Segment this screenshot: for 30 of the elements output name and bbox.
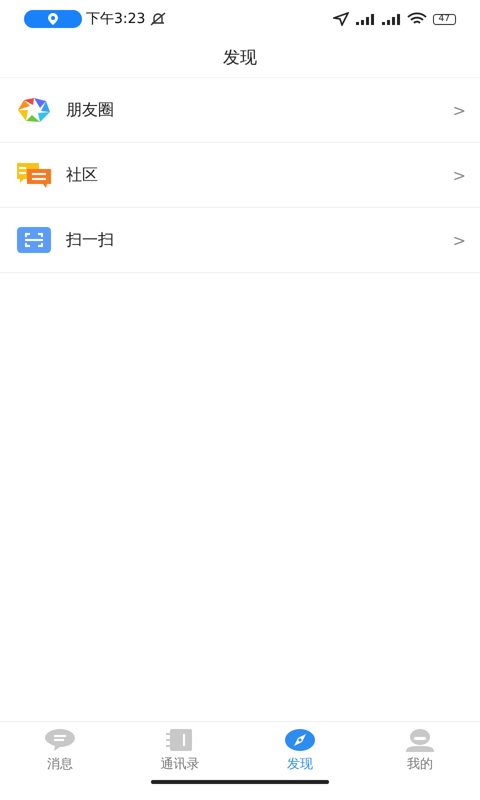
wifi-icon	[406, 12, 427, 26]
tab-item[interactable]: 消息	[0, 722, 120, 776]
menu-label: 社区	[66, 164, 99, 186]
chevron-icon: >	[452, 166, 466, 184]
menu-row[interactable]: 朋友圈 >	[0, 78, 480, 143]
location-arrow-icon	[332, 12, 349, 26]
menu-label: 扫一扫	[66, 230, 115, 250]
chat-bubbles-icon	[16, 161, 52, 189]
location-pin-icon	[48, 13, 58, 25]
chat-icon	[44, 728, 76, 752]
tab-item[interactable]: 通讯录	[120, 722, 240, 776]
user-icon	[404, 728, 436, 752]
signal-icon	[354, 13, 375, 25]
battery-level: 47	[432, 14, 456, 24]
compass-icon	[284, 728, 316, 752]
aperture-icon	[16, 96, 52, 124]
page-title: 发现	[222, 46, 258, 70]
tab-item[interactable]: 我的	[360, 722, 480, 776]
menu-label: 朋友圈	[66, 100, 115, 120]
address-book-icon	[166, 728, 194, 752]
tab-item[interactable]: 发现	[240, 722, 360, 776]
chevron-icon: >	[452, 100, 466, 120]
muted-bell-icon	[149, 12, 168, 26]
menu-row[interactable]: 扫一扫 >	[0, 208, 480, 273]
menu-row[interactable]: 社区 >	[0, 143, 480, 208]
status-time: 下午3:23	[86, 10, 146, 28]
scan-icon	[16, 226, 52, 254]
location-pill[interactable]	[24, 10, 82, 28]
chevron-icon: >	[452, 230, 466, 250]
signal-icon	[380, 13, 401, 25]
